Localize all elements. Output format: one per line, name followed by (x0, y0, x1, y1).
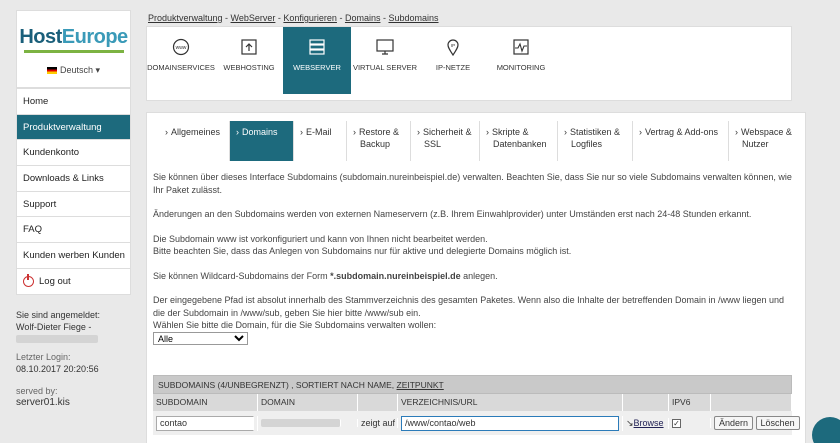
sidebar-item-kundenkonto[interactable]: Kundenkonto (17, 139, 130, 165)
table-row: contao zeigt auf /www/contao/web ↘Browse… (153, 411, 800, 435)
redacted-domain (261, 419, 341, 427)
globe-www-icon: www (171, 37, 191, 57)
server-name: server01.kis (16, 396, 70, 408)
header-path: VERZEICHNIS/URL (398, 394, 623, 411)
breadcrumb: Produktverwaltung - WebServer - Konfigur… (148, 13, 439, 23)
tab-virtual-server[interactable]: VIRTUAL SERVER (351, 27, 419, 94)
tab-webhosting[interactable]: WEBHOSTING (215, 27, 283, 94)
svg-text:IP: IP (451, 43, 455, 48)
breadcrumb-domains[interactable]: Domains (345, 13, 381, 23)
chevron-right-icon: › (353, 127, 356, 137)
tab-skripte-datenbanken[interactable]: › Skripte & Datenbanken (479, 121, 557, 161)
german-flag-icon (46, 67, 57, 74)
sidebar-item-faq[interactable]: FAQ (17, 216, 130, 242)
tab-email[interactable]: › E-Mail (293, 121, 346, 161)
tab-sicherheit-ssl[interactable]: › Sicherheit & SSL (410, 121, 479, 161)
domains-content: Sie können über dieses Interface Subdoma… (153, 171, 798, 345)
sidebar-item-support[interactable]: Support (17, 190, 130, 217)
path-input[interactable]: /www/contao/web (401, 415, 619, 431)
select-domain-label: Wählen Sie bitte die Domain, für die Sie… (153, 320, 437, 330)
chevron-right-icon: › (564, 127, 567, 137)
delete-button[interactable]: Löschen (755, 416, 800, 430)
tab-vertrag-addons[interactable]: › Vertrag & Add-ons (632, 121, 728, 161)
header-blank-2 (623, 394, 669, 411)
tab-webserver[interactable]: WEBSERVER (283, 27, 351, 94)
redacted-customer-id (16, 334, 98, 343)
tab-statistiken-logfiles[interactable]: › Statistiken & Logfiles (557, 121, 632, 161)
subdomains-table: SUBDOMAINS (4/UNBEGRENZT) , SORTIERT NAC… (153, 375, 800, 435)
breadcrumb-produktverwaltung[interactable]: Produktverwaltung (148, 13, 223, 23)
upload-box-icon (239, 37, 259, 57)
host-europe-logo[interactable]: HostEurope (17, 26, 130, 48)
tab-domains[interactable]: › Domains (229, 121, 293, 161)
sidebar-menu: Home Produktverwaltung Kundenkonto Downl… (16, 87, 131, 295)
arrow-icon: ↘ (626, 417, 634, 428)
nameserver-note: Änderungen an den Subdomains werden von … (153, 209, 752, 219)
domain-select[interactable]: Alle (153, 331, 248, 345)
chevron-right-icon: › (417, 127, 420, 137)
tab-monitoring[interactable]: MONITORING (487, 27, 555, 94)
wildcard-note: Sie können Wildcard-Subdomains der Form … (153, 270, 498, 281)
intro-text: Sie können über dieses Interface Subdoma… (153, 172, 792, 195)
chevron-right-icon: › (735, 127, 738, 137)
chevron-right-icon: › (236, 127, 239, 137)
sidebar-item-home[interactable]: Home (17, 88, 130, 114)
tab-allgemeines[interactable]: › Allgemeines (159, 121, 229, 161)
header-blank (358, 394, 398, 411)
server-icon (307, 37, 327, 57)
tab-ip-netze[interactable]: IP IP-NETZE (419, 27, 487, 94)
chevron-right-icon: › (486, 127, 489, 137)
pulse-icon (511, 37, 531, 57)
logout-button[interactable]: Log out (17, 267, 130, 294)
table-caption: SUBDOMAINS (4/UNBEGRENZT) , SORTIERT NAC… (153, 375, 792, 394)
power-icon (23, 273, 34, 287)
tab-restore-backup[interactable]: › Restore & Backup (346, 121, 410, 161)
sidebar-item-kunden-werben[interactable]: Kunden werben Kunden (17, 242, 130, 268)
ipv6-checkbox[interactable]: ✓ (672, 419, 681, 428)
language-selector[interactable]: Deutsch ▾ (17, 65, 130, 76)
tab-domainservices[interactable]: www DOMAINSERVICES (147, 27, 215, 94)
browse-link[interactable]: ↘Browse (623, 417, 669, 429)
served-by-label: served by: (16, 385, 58, 396)
tab-webspace-nutzer[interactable]: › Webspace & Nutzer (728, 121, 800, 161)
breadcrumb-subdomains[interactable]: Subdomains (388, 13, 438, 23)
svg-text:www: www (176, 45, 187, 51)
main-panel: › Allgemeines › Domains › E-Mail › Restore &… (146, 112, 806, 443)
corner-chat-bubble[interactable] (812, 417, 840, 443)
last-login-value: 08.10.2017 20:20:56 (16, 363, 99, 374)
logged-in-user: Wolf-Dieter Fiege - (16, 321, 92, 332)
header-domain: DOMAIN (258, 394, 358, 411)
www-note: Die Subdomain www ist vorkonfiguriert un… (153, 233, 488, 244)
sub-tabs: › Allgemeines › Domains › E-Mail › Restore &… (159, 121, 800, 161)
product-nav: www DOMAINSERVICES WEBHOSTING WEBSERVER … (146, 26, 792, 101)
sidebar-item-produktverwaltung[interactable]: Produktverwaltung (17, 113, 130, 140)
monitor-icon (375, 37, 395, 57)
breadcrumb-konfigurieren[interactable]: Konfigurieren (283, 13, 337, 23)
sidebar: HostEurope Deutsch ▾ Home Produktverwalt… (16, 10, 131, 409)
session-info: Sie sind angemeldet: Wolf-Dieter Fiege -… (16, 309, 131, 409)
chevron-right-icon: › (639, 127, 642, 137)
header-ipv6: IPV6 (669, 394, 711, 411)
points-to-label: zeigt auf (358, 418, 398, 428)
table-header: SUBDOMAIN DOMAIN VERZEICHNIS/URL IPV6 (153, 394, 792, 411)
logo-underline (23, 50, 124, 53)
breadcrumb-webserver[interactable]: WebServer (231, 13, 276, 23)
path-note: Der eingegebene Pfad ist absolut innerha… (153, 295, 785, 318)
last-login-label: Letzter Login: (16, 351, 71, 362)
subdomain-input[interactable]: contao (156, 415, 254, 431)
delegation-note: Bitte beachten Sie, dass das Anlegen von… (153, 246, 572, 256)
chevron-right-icon: › (165, 127, 168, 137)
sidebar-item-downloads[interactable]: Downloads & Links (17, 165, 130, 191)
edit-button[interactable]: Ändern (714, 416, 754, 430)
ip-pin-icon: IP (443, 37, 463, 57)
header-actions (711, 394, 792, 411)
logged-in-label: Sie sind angemeldet: (16, 309, 101, 320)
chevron-right-icon: › (300, 127, 303, 137)
logo-box: HostEurope Deutsch ▾ (16, 10, 131, 87)
header-subdomain: SUBDOMAIN (153, 394, 258, 411)
sort-by-time-link[interactable]: ZEITPUNKT (397, 380, 444, 390)
